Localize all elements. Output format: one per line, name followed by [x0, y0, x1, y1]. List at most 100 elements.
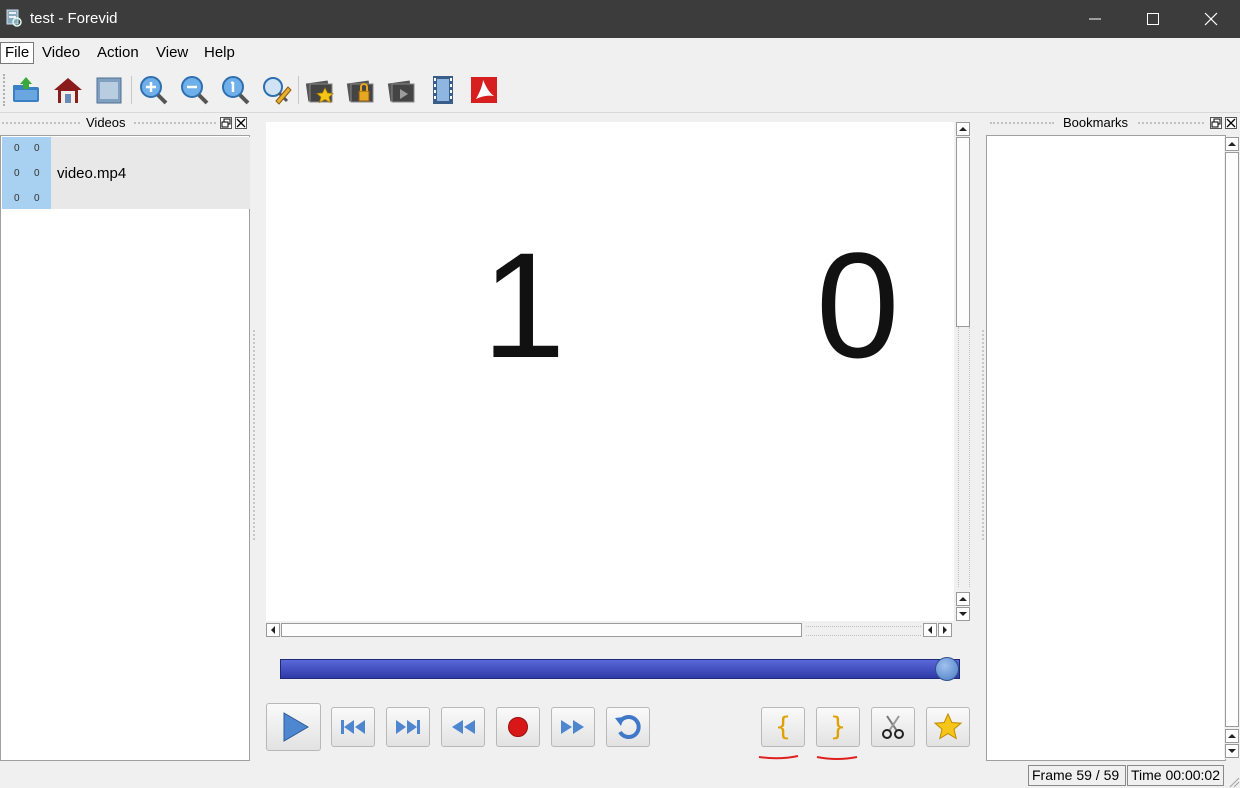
pdf-button[interactable] [468, 74, 500, 106]
thumbnail-digit: 0 [34, 143, 40, 154]
bookmarks-list[interactable] [986, 135, 1226, 761]
window-icon [96, 77, 122, 104]
mark-out-icon: } [829, 712, 847, 742]
scroll-down-button[interactable] [1225, 744, 1239, 758]
window-button[interactable] [93, 74, 125, 106]
fast-forward-button[interactable] [551, 707, 595, 747]
skip-end-button[interactable] [386, 707, 430, 747]
toolbar-grip[interactable] [3, 74, 7, 106]
bookmarks-float-button[interactable] [1210, 117, 1222, 129]
scroll-left-button[interactable] [266, 623, 280, 637]
float-icon [221, 118, 231, 128]
minimize-icon [1089, 18, 1101, 20]
photo-arrow-button[interactable] [386, 74, 418, 106]
menu-action[interactable]: Action [93, 42, 143, 64]
videos-pane-title: Videos [86, 115, 126, 130]
scroll-left-button-right[interactable] [923, 623, 937, 637]
open-button[interactable] [10, 74, 42, 106]
close-button[interactable] [1182, 0, 1240, 38]
play-button[interactable] [266, 703, 321, 751]
thumbnail-digit: 0 [14, 143, 20, 154]
zoom-edit-button[interactable] [260, 74, 292, 106]
bookmark-star-icon [933, 712, 963, 740]
bookmarks-scrollbar[interactable] [1224, 137, 1240, 759]
arrow-right-icon [943, 626, 947, 634]
thumbnail-digit: 0 [14, 193, 20, 204]
toolbar [0, 68, 1240, 113]
zoom-reset-button[interactable] [219, 74, 251, 106]
photo-star-button[interactable] [304, 74, 336, 106]
menu-help[interactable]: Help [200, 42, 239, 64]
photo-lock-button[interactable] [345, 74, 377, 106]
videos-float-button[interactable] [220, 117, 232, 129]
toolbar-separator [131, 76, 132, 104]
viewport-vertical-scrollbar[interactable] [955, 122, 971, 621]
fast-forward-icon [561, 720, 584, 734]
record-icon [508, 717, 528, 737]
vertical-scroll-thumb[interactable] [1225, 152, 1239, 727]
float-icon [1211, 118, 1221, 128]
skip-start-button[interactable] [331, 707, 375, 747]
dock-title-decoration [134, 122, 216, 124]
seek-handle[interactable] [935, 657, 959, 681]
seek-slider[interactable] [280, 659, 960, 679]
viewport-horizontal-scrollbar[interactable] [266, 622, 956, 638]
videos-close-button[interactable] [235, 117, 247, 129]
menu-view[interactable]: View [152, 42, 192, 64]
zoom-in-button[interactable] [137, 74, 169, 106]
status-time: Time 00:00:02 [1127, 765, 1224, 786]
thumbnail-digit: 0 [14, 168, 20, 179]
dock-title-decoration [2, 122, 80, 124]
scroll-up-button[interactable] [1225, 137, 1239, 151]
bookmarks-pane-title: Bookmarks [1063, 115, 1129, 130]
skip-start-icon [341, 720, 365, 734]
cut-button[interactable] [871, 707, 915, 747]
loop-button[interactable] [606, 707, 650, 747]
thumbnail-digit: 0 [34, 168, 40, 179]
pdf-icon [471, 77, 497, 103]
horizontal-scroll-thumb[interactable] [281, 623, 802, 637]
mark-in-icon: { [774, 712, 792, 742]
cut-icon [882, 715, 904, 739]
scroll-up-button-lower[interactable] [1225, 729, 1239, 743]
zoom-reset-icon [222, 76, 250, 105]
left-splitter[interactable] [253, 330, 257, 540]
maximize-button[interactable] [1124, 0, 1182, 38]
arrow-up-icon [959, 597, 967, 601]
bookmark-button[interactable] [926, 707, 970, 747]
scroll-down-button[interactable] [956, 607, 970, 621]
scroll-up-button[interactable] [956, 122, 970, 136]
scroll-right-button[interactable] [938, 623, 952, 637]
film-button[interactable] [427, 74, 459, 106]
menu-video[interactable]: Video [38, 42, 84, 64]
rewind-button[interactable] [441, 707, 485, 747]
rewind-icon [452, 720, 475, 734]
zoom-out-button[interactable] [178, 74, 210, 106]
mark-out-button[interactable]: } [816, 707, 860, 747]
photo-lock-icon [346, 80, 374, 103]
frame-left-digit: 1 [482, 221, 566, 389]
resize-grip[interactable] [1228, 776, 1240, 788]
home-icon [54, 78, 82, 103]
scroll-up-button-lower[interactable] [956, 592, 970, 606]
loop-icon [615, 715, 641, 739]
open-folder-icon [13, 77, 39, 102]
menu-file[interactable]: File [0, 42, 34, 64]
videos-list[interactable]: 0 0 0 0 0 0 video.mp4 [0, 135, 250, 761]
video-viewport[interactable]: 1 0 [266, 122, 954, 621]
list-item[interactable]: 0 0 0 0 0 0 video.mp4 [2, 137, 250, 209]
toolbar-separator [298, 76, 299, 104]
arrow-left-icon [271, 626, 275, 634]
photo-arrow-icon [387, 80, 415, 103]
title-bar: test - Forevid [0, 0, 1240, 38]
scroll-track [958, 327, 970, 587]
home-button[interactable] [52, 74, 84, 106]
bookmarks-close-button[interactable] [1225, 117, 1237, 129]
vertical-scroll-thumb[interactable] [956, 137, 970, 327]
minimize-button[interactable] [1066, 0, 1124, 38]
record-button[interactable] [496, 707, 540, 747]
arrow-up-icon [1228, 142, 1236, 146]
annotation-underline [758, 755, 858, 760]
arrow-up-icon [959, 127, 967, 131]
mark-in-button[interactable]: { [761, 707, 805, 747]
